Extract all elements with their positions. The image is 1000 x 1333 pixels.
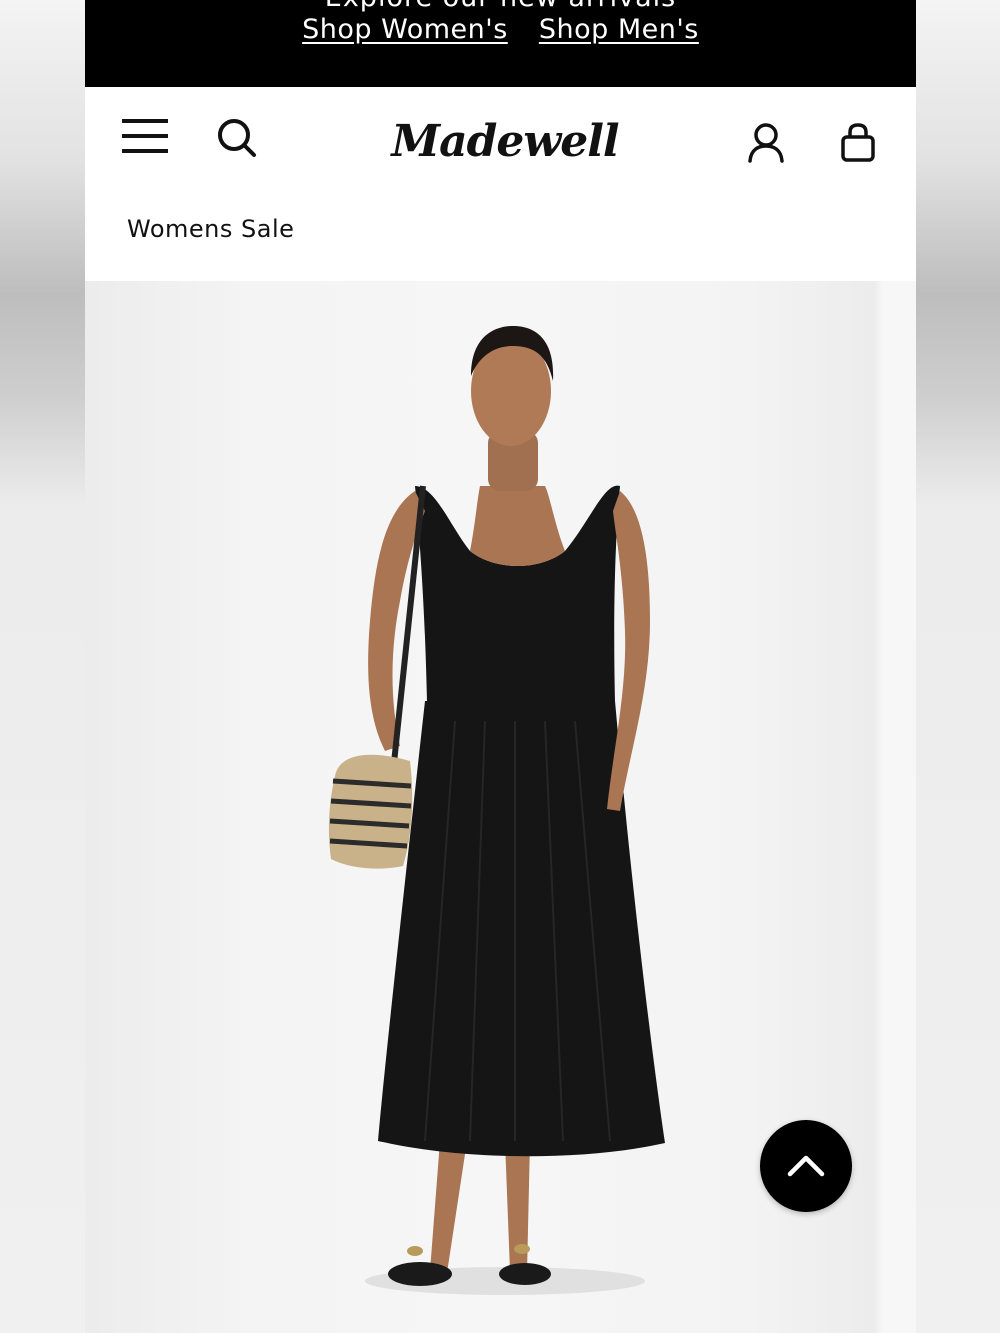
- shop-womens-link[interactable]: Shop Women's: [302, 14, 508, 45]
- madewell-logo[interactable]: Madewell: [385, 107, 625, 177]
- promo-banner: Explore our new arrivals Shop Women's Sh…: [85, 0, 916, 87]
- bag-icon[interactable]: [840, 123, 876, 163]
- page: Explore our new arrivals Shop Women's Sh…: [85, 0, 916, 1333]
- shop-mens-link[interactable]: Shop Men's: [539, 14, 699, 45]
- search-icon[interactable]: [217, 118, 257, 158]
- promo-headline: Explore our new arrivals: [85, 0, 916, 13]
- account-icon[interactable]: [747, 123, 785, 163]
- promo-links: Shop Women's Shop Men's: [85, 14, 916, 45]
- back-to-top-button[interactable]: [760, 1120, 852, 1212]
- menu-icon[interactable]: [122, 117, 168, 157]
- chevron-up-icon: [787, 1155, 825, 1177]
- site-header: Madewell: [85, 87, 916, 197]
- breadcrumb-womens-sale[interactable]: Womens Sale: [127, 215, 294, 243]
